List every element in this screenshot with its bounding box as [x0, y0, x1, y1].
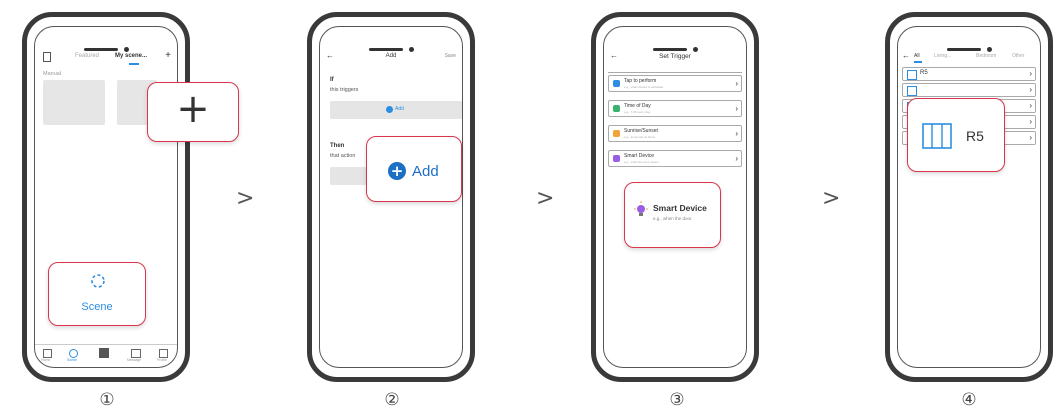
- chevron-right-icon: ›: [1029, 101, 1032, 110]
- message-icon[interactable]: [131, 349, 141, 358]
- plus-icon: +: [176, 86, 210, 132]
- trigger-title: Time of Day: [624, 103, 651, 109]
- trigger-icon: [613, 80, 620, 87]
- trigger-subtitle: e.g., when the door opens: [624, 160, 659, 164]
- device-row[interactable]: R5 ›: [902, 67, 1036, 81]
- tab-my-scenes[interactable]: My scene...: [115, 53, 147, 59]
- callout-add: + Add: [366, 136, 462, 202]
- phone-step-4: ← All Living... Bedroom Other R5››››S-CA…: [885, 12, 1053, 382]
- smart-device-title: Smart Device: [653, 203, 707, 213]
- trigger-title: Sunrise/Sunset: [624, 128, 658, 134]
- chevron-right-icon: ›: [735, 79, 738, 88]
- tab-living[interactable]: Living...: [934, 53, 951, 59]
- r5-label: R5: [966, 128, 984, 144]
- chevron-right-icon: ›: [1029, 117, 1032, 126]
- scene-label: Scene: [81, 301, 113, 313]
- profile-icon[interactable]: [159, 349, 168, 358]
- trigger-icon: [613, 105, 620, 112]
- tab-bedroom[interactable]: Bedroom: [976, 53, 996, 59]
- tab-other[interactable]: Other: [1012, 53, 1025, 59]
- chevron-right-icon: ›: [1029, 85, 1032, 94]
- nav-label-scene: Scene: [67, 358, 77, 362]
- device-row[interactable]: ›: [902, 83, 1036, 97]
- step-number-4: ④: [961, 390, 977, 410]
- tab-underline: [914, 61, 922, 63]
- step-number-2: ②: [384, 390, 400, 410]
- trigger-title: Smart Device: [624, 153, 655, 159]
- tab-underline: [129, 63, 139, 65]
- trigger-icon: [613, 130, 620, 137]
- add-label: Add: [412, 163, 439, 180]
- trigger-row[interactable]: Sunrise/Sunset e.g., at sunrise at home ›: [608, 125, 742, 142]
- tab-featured[interactable]: Featured: [75, 53, 99, 59]
- add-circle-icon: [386, 106, 393, 113]
- scene-icon: [91, 274, 105, 288]
- top-bar: ← Add Save: [320, 51, 462, 69]
- next-arrow: >: [236, 186, 255, 211]
- step-number-1: ①: [99, 390, 115, 410]
- curtain-icon: [907, 70, 917, 80]
- page-title: Set Trigger: [659, 53, 691, 60]
- callout-plus: +: [147, 82, 239, 142]
- phone-screen: ← All Living... Bedroom Other R5››››S-CA…: [897, 26, 1041, 368]
- bottom-nav: Home Scene Message Profile: [35, 344, 177, 367]
- list-icon[interactable]: [43, 52, 51, 62]
- then-label: Then: [330, 143, 345, 149]
- callout-smart-device: Smart Device e.g., when the door: [624, 182, 721, 248]
- divider: [608, 72, 742, 73]
- next-arrow: >: [822, 186, 841, 211]
- trigger-row[interactable]: Time of Day e.g., 7:00 every day ›: [608, 100, 742, 117]
- trigger-subtitle: e.g., 7:00 every day: [624, 110, 651, 114]
- nav-label-message: Message: [127, 358, 142, 362]
- trigger-row[interactable]: Tap to perform e.g., when device is activ…: [608, 75, 742, 92]
- tab-all[interactable]: All: [914, 53, 920, 59]
- page-title: Add: [385, 53, 397, 59]
- nav-label-profile: Profile: [157, 358, 167, 362]
- next-arrow: >: [536, 186, 555, 211]
- chevron-right-icon: ›: [735, 154, 738, 163]
- callout-r5: R5: [907, 98, 1005, 172]
- section-label: Manual: [43, 71, 62, 77]
- home-icon[interactable]: [43, 349, 52, 358]
- curtain-icon: [907, 86, 917, 96]
- chevron-right-icon: ›: [1029, 133, 1032, 142]
- back-arrow-icon[interactable]: ←: [902, 51, 910, 60]
- trigger-row[interactable]: Smart Device e.g., when the door opens ›: [608, 150, 742, 167]
- trigger-subtitle: e.g., when device is activated: [624, 85, 664, 89]
- chevron-right-icon: ›: [735, 104, 738, 113]
- add-small-label: Add: [395, 106, 404, 112]
- trigger-title: Tap to perform: [624, 78, 657, 84]
- chevron-right-icon: ›: [1029, 69, 1032, 78]
- trigger-icon: [613, 155, 620, 162]
- bulb-icon: [634, 201, 648, 216]
- top-bar: Featured My scene... +: [35, 50, 177, 69]
- if-subtitle: this triggers: [330, 87, 359, 93]
- phone-step-1: Featured My scene... + Manual Home Scene…: [22, 12, 190, 382]
- plus-icon[interactable]: +: [165, 50, 171, 61]
- add-icon[interactable]: [99, 348, 109, 358]
- top-bar: ← Set Trigger: [604, 51, 746, 69]
- scene-icon[interactable]: [69, 349, 78, 358]
- callout-scene: Scene: [48, 262, 146, 326]
- scene-card[interactable]: [43, 80, 105, 125]
- then-subtitle: that action: [330, 153, 356, 159]
- save-button[interactable]: Save: [445, 53, 456, 59]
- nav-label-home: Home: [41, 358, 51, 362]
- smart-device-subtitle: e.g., when the door: [653, 216, 692, 221]
- curtain-icon: [922, 123, 952, 149]
- add-trigger-button[interactable]: Add: [330, 101, 462, 119]
- add-circle-icon: +: [388, 162, 406, 180]
- chevron-right-icon: ›: [735, 129, 738, 138]
- device-label: R5: [920, 70, 928, 76]
- trigger-subtitle: e.g., at sunrise at home: [624, 135, 656, 139]
- step-number-3: ③: [669, 390, 685, 410]
- if-label: If: [330, 77, 334, 83]
